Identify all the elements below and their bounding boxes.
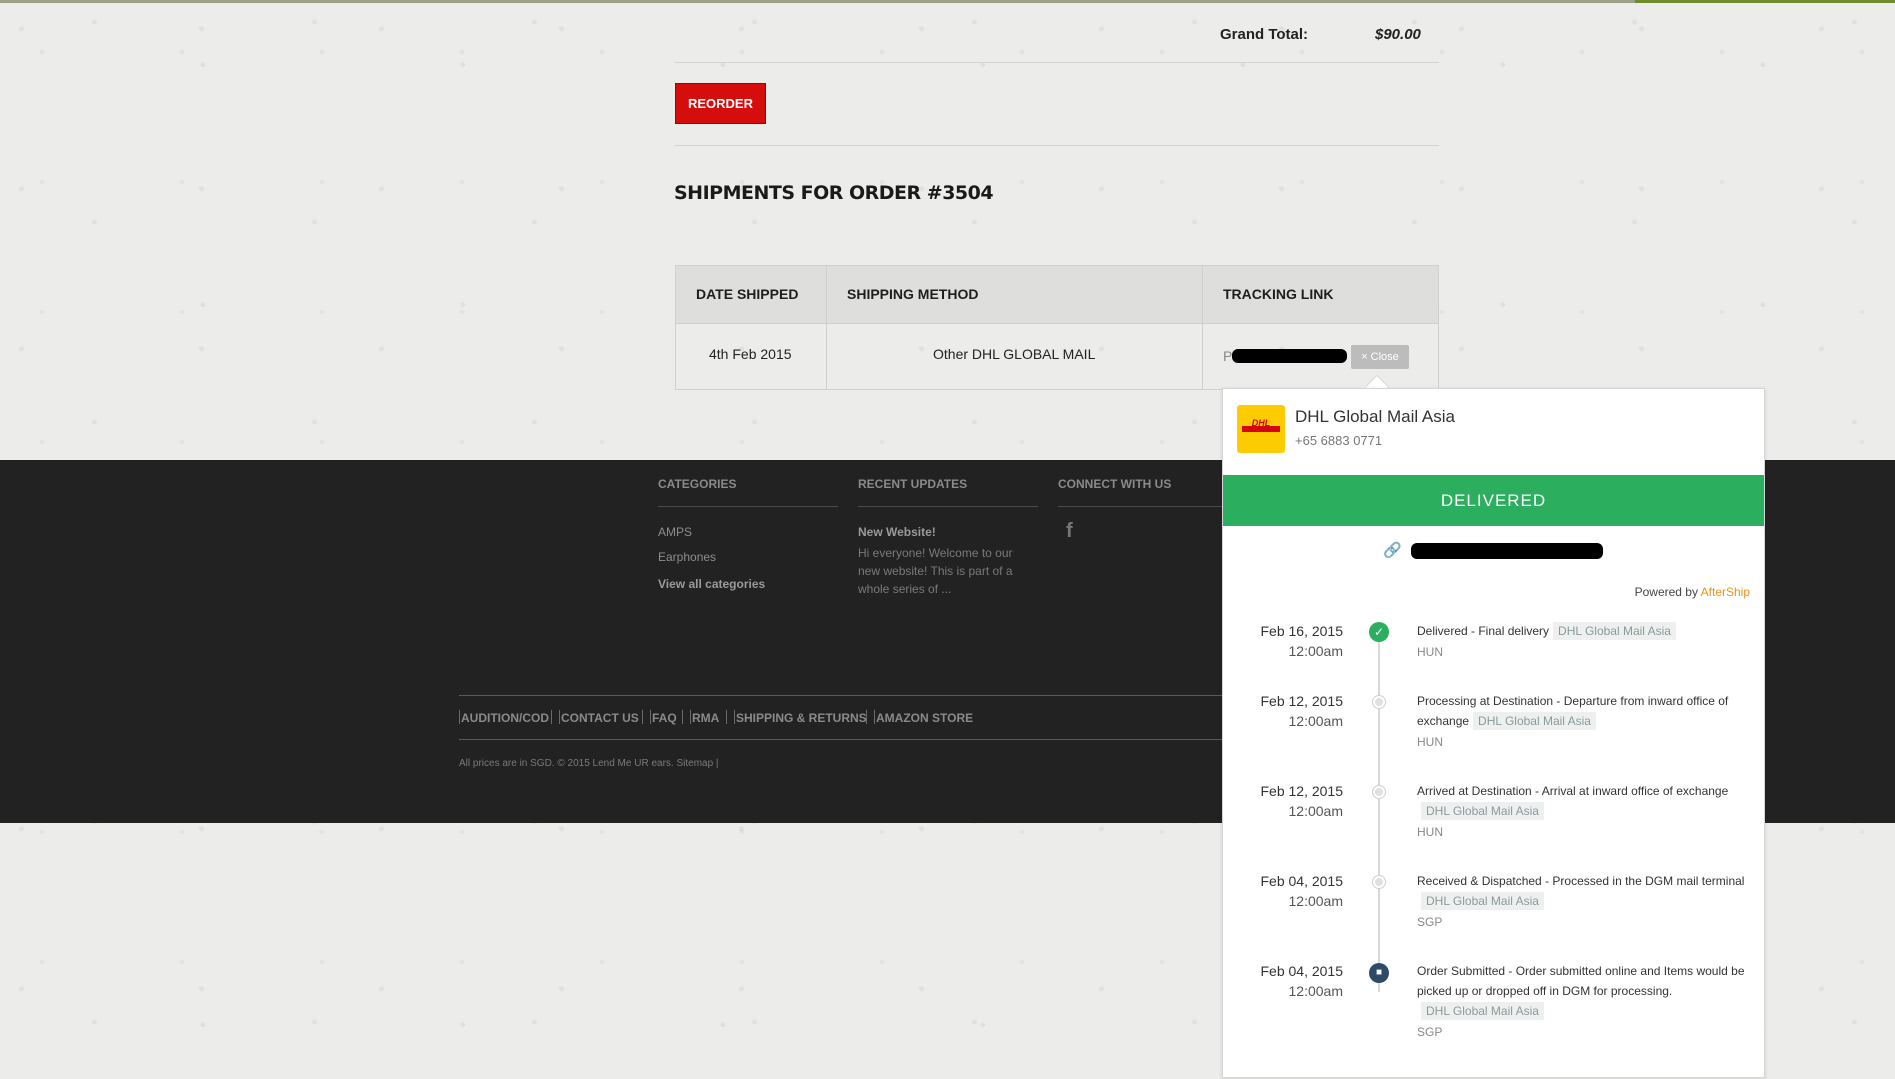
checkpoint-message: Order Submitted - Order submitted online…: [1417, 961, 1747, 1021]
top-strip-accent: [1635, 0, 1895, 3]
checkpoint-dot-icon: [1373, 696, 1385, 708]
checkpoint-text: Received & Dispatched - Processed in the…: [1417, 874, 1745, 888]
link-separator: [551, 710, 552, 724]
checkpoint-date: Feb 04, 2015: [1260, 873, 1343, 889]
checkpoint-location: SGP: [1417, 1025, 1443, 1039]
checkpoint-carrier-tag: DHL Global Mail Asia: [1421, 1002, 1544, 1020]
checkpoint-carrier-tag: DHL Global Mail Asia: [1473, 712, 1596, 730]
footer-category-amps[interactable]: AMPS: [658, 525, 692, 539]
checkpoint-time: 12:00am: [1288, 643, 1343, 659]
footer-link-shipping-returns[interactable]: SHIPPING & RETURNS: [736, 711, 867, 725]
checkpoint-text: Order Submitted - Order submitted online…: [1417, 964, 1745, 998]
tracking-number-link[interactable]: P: [1223, 348, 1232, 364]
footer-recent-updates-heading: RECENT UPDATES: [858, 477, 968, 491]
footer-connect-heading: CONNECT WITH US: [1058, 477, 1172, 491]
footer-link-audition-cod[interactable]: AUDITION/COD: [461, 711, 549, 725]
footer-categories-heading: CATEGORIES: [658, 477, 737, 491]
checkpoint-date: Feb 16, 2015: [1260, 623, 1343, 639]
footer-link-faq[interactable]: FAQ: [652, 711, 677, 725]
checkpoint-message: Processing at Destination - Departure fr…: [1417, 691, 1747, 731]
carrier-phone: +65 6883 0771: [1295, 433, 1383, 448]
close-tracking-button[interactable]: × Close: [1351, 345, 1409, 369]
carrier-name: DHL Global Mail Asia: [1295, 407, 1455, 426]
checkpoint-carrier-tag: DHL Global Mail Asia: [1421, 892, 1544, 910]
tracking-popup: DHL DHL Global Mail Asia +65 6883 0771 D…: [1222, 388, 1765, 1078]
checkpoint-message: Received & Dispatched - Processed in the…: [1417, 871, 1747, 911]
link-separator: [734, 710, 735, 724]
powered-by: Powered by AfterShip: [1635, 585, 1750, 599]
grand-total-label: Grand Total:: [1220, 26, 1309, 43]
link-separator: [559, 710, 560, 724]
footer-post-excerpt: Hi everyone! Welcome to our new website!…: [858, 546, 1013, 596]
top-strip: [0, 0, 1895, 3]
column-separator: [826, 266, 827, 389]
footer-divider: [858, 506, 1038, 507]
reorder-button[interactable]: REORDER: [675, 83, 766, 124]
column-separator: [1202, 266, 1203, 389]
footer-post-title[interactable]: New Website!: [858, 525, 936, 539]
checkpoint-location: SGP: [1417, 915, 1443, 929]
footer-copyright: All prices are in SGD. © 2015 Lend Me UR…: [459, 758, 719, 769]
grand-total-value: $90.00: [1375, 26, 1421, 43]
aftership-link[interactable]: AfterShip: [1701, 585, 1750, 599]
link-separator: [650, 710, 651, 724]
redacted-tracking-link: [1411, 543, 1603, 559]
header-date-shipped: DATE SHIPPED: [696, 286, 799, 302]
footer-view-all-categories[interactable]: View all categories: [658, 577, 765, 591]
facebook-icon[interactable]: f: [1066, 520, 1073, 543]
checkpoint-time: 12:00am: [1288, 803, 1343, 819]
checkpoint-date: Feb 12, 2015: [1260, 693, 1343, 709]
checkpoint-time: 12:00am: [1288, 983, 1343, 999]
footer-divider: [658, 506, 838, 507]
checkpoint-dot-icon: [1373, 876, 1385, 888]
checkpoint-date: Feb 12, 2015: [1260, 783, 1343, 799]
footer-category-earphones[interactable]: Earphones: [658, 550, 716, 564]
shipment-method: Other DHL GLOBAL MAIL: [933, 346, 1096, 362]
footer-divider: [1058, 506, 1222, 507]
header-tracking-link: TRACKING LINK: [1223, 286, 1334, 302]
delivery-status-banner: DELIVERED: [1223, 475, 1764, 526]
checkpoint-date: Feb 04, 2015: [1260, 963, 1343, 979]
link-separator: [866, 710, 867, 724]
shipment-date: 4th Feb 2015: [709, 346, 792, 362]
checkpoint-carrier-tag: DHL Global Mail Asia: [1421, 802, 1544, 820]
link-separator: [726, 710, 727, 724]
link-separator: [459, 710, 460, 724]
checkpoint-message: Delivered - Final delivery DHL Global Mai…: [1417, 621, 1747, 641]
checkpoint-dot-icon: [1373, 786, 1385, 798]
header-shipping-method: SHIPPING METHOD: [847, 286, 979, 302]
divider: [675, 62, 1439, 63]
footer-link-amazon-store[interactable]: AMAZON STORE: [876, 711, 973, 725]
check-icon: ✓: [1369, 622, 1389, 642]
link-separator: [642, 710, 643, 724]
dhl-logo: DHL: [1237, 405, 1285, 453]
checkpoint-location: HUN: [1417, 825, 1443, 839]
checkpoint-message: Arrived at Destination - Arrival at inwa…: [1417, 781, 1747, 821]
checkpoint-text: Delivered - Final delivery: [1417, 624, 1550, 638]
order-submitted-icon: ■: [1369, 963, 1389, 983]
timeline-line: [1378, 634, 1380, 992]
checkpoint-time: 12:00am: [1288, 893, 1343, 909]
powered-by-label: Powered by: [1634, 585, 1698, 599]
divider: [675, 145, 1439, 146]
checkpoint-time: 12:00am: [1288, 713, 1343, 729]
link-separator: [690, 710, 691, 724]
link-separator: [874, 710, 875, 724]
footer-link-contact-us[interactable]: CONTACT US: [561, 711, 639, 725]
checkpoint-text: Arrived at Destination - Arrival at inwa…: [1417, 784, 1729, 798]
shipments-title: SHIPMENTS FOR ORDER #3504: [674, 182, 994, 204]
checkpoint-location: HUN: [1417, 645, 1443, 659]
footer-link-rma[interactable]: RMA: [692, 711, 719, 725]
redacted-tracking-number: [1232, 349, 1347, 363]
shipments-table: DATE SHIPPED SHIPPING METHOD TRACKING LI…: [675, 265, 1439, 390]
link-icon[interactable]: 🔗: [1383, 541, 1402, 559]
link-separator: [682, 710, 683, 724]
checkpoint-location: HUN: [1417, 735, 1443, 749]
checkpoint-carrier-tag: DHL Global Mail Asia: [1553, 622, 1676, 640]
dhl-logo-text: DHL: [1251, 418, 1271, 428]
